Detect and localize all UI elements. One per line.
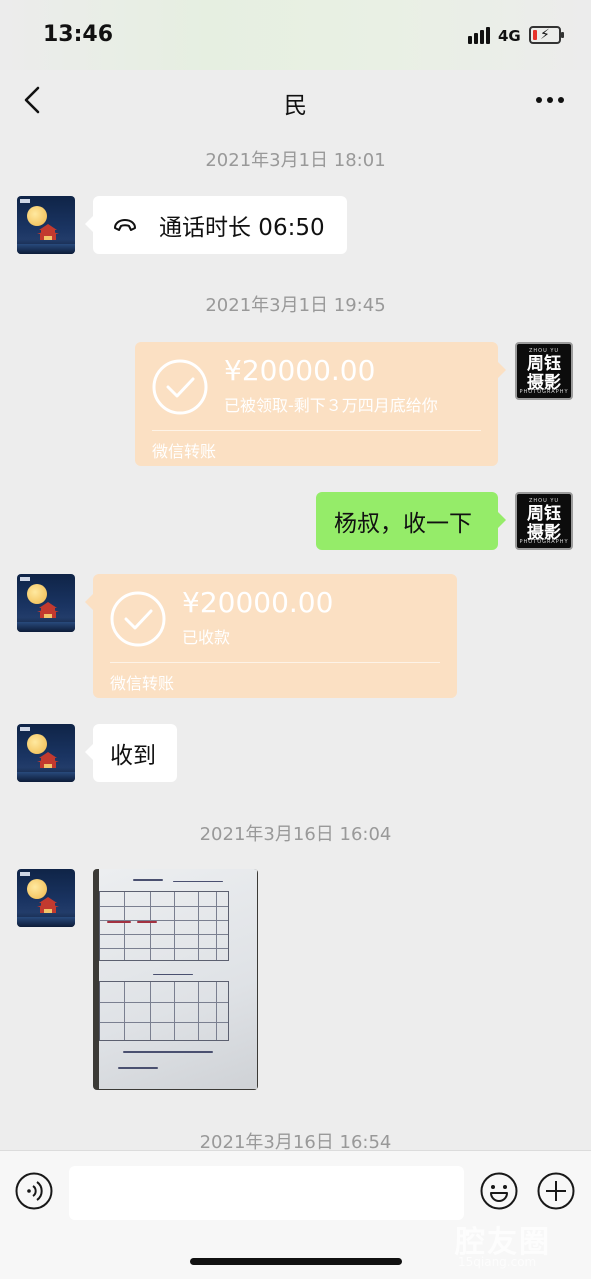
transfer-amount: ¥20000.00 [224,354,376,387]
checkmark-circle-icon [152,359,208,415]
message-text: 杨叔，收一下 [334,511,472,537]
transfer-footer: 微信转账 [152,442,217,461]
self-avatar[interactable]: ZHOU YU 周钰 摄影 PHOTOGRAPHY [515,492,573,550]
transfer-note: 已被领取-剩下３万四月底给你 [224,396,438,415]
avatar-brand-bottom: PHOTOGRAPHY [519,389,569,395]
call-duration-message[interactable]: 通话时长 06:50 [85,196,347,254]
contact-avatar[interactable] [17,574,75,632]
self-avatar[interactable]: ZHOU YU 周钰 摄影 PHOTOGRAPHY [515,342,573,400]
timestamp: 2021年3月1日 18:01 [205,150,386,171]
watermark-url: 15qiang.com [458,1255,537,1269]
contact-avatar[interactable] [17,724,75,782]
avatar-brand-main: 周钰 摄影 [527,504,561,543]
phone-hangup-icon [114,219,136,231]
network-type: 4G [498,27,521,45]
avatar-brand-main: 周钰 摄影 [527,354,561,393]
checkmark-circle-icon [110,591,166,647]
timestamp: 2021年3月16日 16:04 [199,824,392,845]
contact-avatar[interactable] [17,196,75,254]
more-dots-icon[interactable] [536,97,566,105]
transfer-message-sent[interactable]: ¥20000.00 已被领取-剩下３万四月底给你 微信转账 [135,342,506,466]
text-message-received[interactable]: 收到 [85,724,177,782]
battery-level [533,30,537,40]
emoji-icon[interactable] [480,1172,518,1210]
chat-area[interactable]: 2021年3月1日 18:01 通话时长 06:50 2021年3月1日 19:… [0,130,591,1153]
transfer-divider [152,430,481,431]
voice-icon[interactable] [15,1172,53,1210]
transfer-divider [110,662,440,663]
transfer-message-received[interactable]: ¥20000.00 已收款 微信转账 [85,574,457,698]
message-text: 收到 [110,743,156,769]
message-input[interactable] [69,1166,464,1220]
avatar-brand-bottom: PHOTOGRAPHY [519,539,569,545]
transfer-note: 已收款 [182,628,231,647]
contact-avatar[interactable] [17,869,75,927]
cellular-signal-icon [468,27,492,44]
transfer-footer: 微信转账 [110,674,175,693]
status-time: 13:46 [43,22,114,47]
plus-icon[interactable] [537,1172,575,1210]
call-duration-text: 通话时长 06:50 [159,215,325,241]
image-message[interactable] [93,869,258,1090]
battery-icon: ⚡ [529,26,564,44]
text-message-sent[interactable]: 杨叔，收一下 [316,492,506,550]
chat-title: 民 [284,93,307,119]
timestamp: 2021年3月1日 19:45 [205,295,386,316]
transfer-amount: ¥20000.00 [182,586,334,619]
home-indicator[interactable] [190,1258,402,1265]
status-bar: 13:46 4G ⚡ [0,0,591,70]
charging-bolt-icon: ⚡ [540,27,550,43]
nav-bar: 民 [0,70,591,130]
